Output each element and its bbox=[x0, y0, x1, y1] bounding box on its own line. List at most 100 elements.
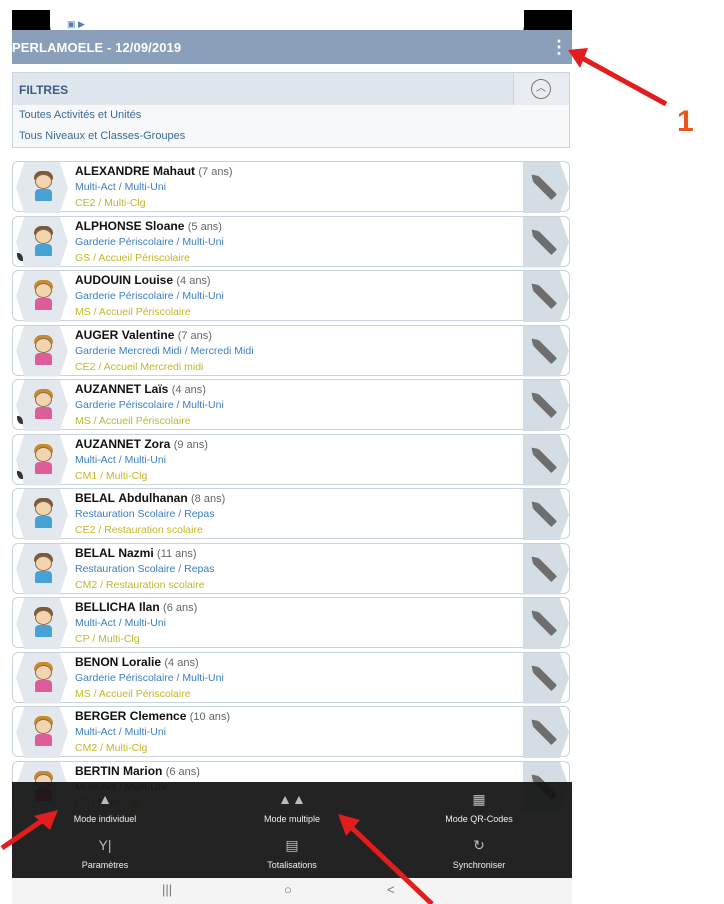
child-card[interactable]: BELAL Abdulhanan (8 ans) Restauration Sco… bbox=[12, 488, 570, 540]
child-surname: BENON bbox=[75, 654, 119, 669]
avatar-face bbox=[35, 283, 52, 298]
child-card[interactable]: BENON Loralie (4 ans) Garderie Périscolai… bbox=[12, 651, 570, 704]
avatar bbox=[16, 543, 68, 595]
child-firstname: Valentine bbox=[121, 327, 175, 342]
child-name: AUGER Valentine (7 ans) bbox=[75, 328, 212, 342]
child-activity: Garderie Périscolaire / Multi-Uni bbox=[75, 671, 224, 684]
children-list: ALEXANDRE Mahaut (7 ans) Multi-Act / Mult… bbox=[12, 161, 570, 815]
child-surname: BELAL bbox=[75, 491, 115, 505]
edit-button[interactable] bbox=[523, 543, 569, 595]
edit-button[interactable] bbox=[523, 380, 569, 431]
edit-button[interactable] bbox=[523, 434, 569, 486]
page-title: PERLAMOELE - 12/09/2019 bbox=[12, 40, 182, 55]
child-age: (10 ans) bbox=[189, 711, 231, 723]
avatar-face bbox=[35, 664, 52, 680]
child-card[interactable]: AUDOUIN Louise (4 ans) Garderie Périscola… bbox=[12, 270, 570, 322]
avatar bbox=[16, 598, 68, 649]
avatar-face bbox=[35, 555, 52, 571]
edit-button[interactable] bbox=[523, 489, 569, 540]
avatar-body bbox=[35, 516, 52, 528]
pencil-icon bbox=[532, 611, 558, 637]
child-name: BERGER Clemence (10 ans) bbox=[75, 709, 230, 723]
edit-button[interactable] bbox=[523, 162, 569, 213]
child-age: (6 ans) bbox=[165, 765, 200, 778]
edit-button[interactable] bbox=[523, 707, 569, 758]
child-name: ALPHONSE Sloane (5 ans) bbox=[75, 219, 222, 233]
more-vertical-icon[interactable]: ⋮ bbox=[550, 37, 568, 57]
avatar-body bbox=[35, 352, 52, 365]
edit-button[interactable] bbox=[523, 216, 569, 268]
list-item: AUGER Valentine (7 ans) Garderie Mercredi… bbox=[12, 324, 570, 380]
child-age: (4 ans) bbox=[171, 384, 206, 396]
filters-header[interactable]: FILTRES ︿ bbox=[13, 73, 569, 105]
child-name: BENON Loralie (4 ans) bbox=[75, 655, 199, 669]
child-age: (4 ans) bbox=[176, 275, 211, 287]
list-item: BELLICHA Ilan (6 ans) Multi-Act / Multi-U… bbox=[12, 597, 570, 652]
child-firstname: Nazmi bbox=[118, 545, 154, 560]
child-firstname: Marion bbox=[123, 763, 163, 778]
filter-levels[interactable]: Tous Niveaux et Classes-Groupes bbox=[13, 126, 569, 147]
child-firstname: Clemence bbox=[129, 709, 187, 723]
child-class: MS / Accueil Périscolaire bbox=[75, 687, 191, 700]
pencil-icon bbox=[532, 666, 558, 691]
avatar-body bbox=[35, 570, 52, 583]
avatar bbox=[16, 707, 68, 758]
child-firstname: Laïs bbox=[144, 382, 169, 396]
child-firstname: Loralie bbox=[121, 654, 162, 669]
screen: ▣ ▶ PERLAMOELE - 12/09/2019 ⋮ FILTRES ︿ … bbox=[0, 0, 724, 904]
list-item: ALPHONSE Sloane (5 ans) Garderie Périscol… bbox=[12, 215, 570, 271]
avatar bbox=[16, 271, 68, 322]
child-card[interactable]: BELLICHA Ilan (6 ans) Multi-Act / Multi-U… bbox=[12, 597, 570, 649]
child-card[interactable]: ALPHONSE Sloane (5 ans) Garderie Périscol… bbox=[12, 215, 570, 268]
child-firstname: Ilan bbox=[139, 600, 160, 614]
child-surname: BERTIN bbox=[75, 763, 120, 778]
avatar-face bbox=[35, 446, 52, 462]
child-age: (11 ans) bbox=[157, 547, 197, 560]
avatar bbox=[16, 162, 68, 213]
child-surname: ALEXANDRE bbox=[75, 164, 150, 178]
child-class: GS / Accueil Périscolaire bbox=[75, 251, 190, 264]
child-surname: AUZANNET bbox=[75, 436, 141, 451]
child-age: (5 ans) bbox=[187, 220, 222, 233]
child-activity: Multi-Act / Multi-Uni bbox=[75, 453, 167, 466]
child-surname: BELAL bbox=[75, 545, 115, 560]
pencil-icon bbox=[532, 175, 558, 201]
child-firstname: Sloane bbox=[145, 218, 185, 233]
filters-title: FILTRES bbox=[19, 83, 69, 97]
edit-button[interactable] bbox=[523, 598, 569, 649]
pencil-icon bbox=[532, 284, 558, 310]
edit-button[interactable] bbox=[523, 325, 569, 377]
child-card[interactable]: BELAL Nazmi (11 ans) Restauration Scolair… bbox=[12, 542, 570, 595]
edit-button[interactable] bbox=[523, 652, 569, 704]
child-firstname: Zora bbox=[144, 436, 171, 451]
child-card[interactable]: ALEXANDRE Mahaut (7 ans) Multi-Act / Mult… bbox=[12, 161, 570, 213]
filters-panel: FILTRES ︿ Toutes Activités et Unités Tou… bbox=[12, 72, 570, 148]
avatar bbox=[16, 216, 68, 268]
edit-button[interactable] bbox=[523, 271, 569, 322]
child-card[interactable]: AUGER Valentine (7 ans) Garderie Mercredi… bbox=[12, 324, 570, 377]
child-name: AUZANNET Zora (9 ans) bbox=[75, 437, 208, 451]
pencil-icon bbox=[532, 339, 558, 364]
list-item: AUZANNET Zora (9 ans) Multi-Act / Multi-U… bbox=[12, 433, 570, 489]
pencil-icon bbox=[532, 448, 558, 473]
child-surname: AUZANNET bbox=[75, 382, 141, 396]
list-item: BENON Loralie (4 ans) Garderie Périscolai… bbox=[12, 651, 570, 707]
child-card[interactable]: AUZANNET Laïs (4 ans) Garderie Périscolai… bbox=[12, 379, 570, 431]
child-activity: Garderie Périscolaire / Multi-Uni bbox=[75, 290, 224, 302]
child-activity: Multi-Act / Multi-Uni bbox=[75, 617, 167, 629]
child-class: CM1 / Multi-Clg bbox=[75, 469, 148, 482]
child-name: BERTIN Marion (6 ans) bbox=[75, 764, 200, 778]
child-surname: BELLICHA bbox=[75, 600, 136, 614]
child-card[interactable]: BERGER Clemence (10 ans) Multi-Act / Mult… bbox=[12, 706, 570, 758]
avatar bbox=[16, 325, 68, 377]
child-card[interactable]: AUZANNET Zora (9 ans) Multi-Act / Multi-U… bbox=[12, 433, 570, 486]
filter-activities[interactable]: Toutes Activités et Unités bbox=[13, 105, 569, 126]
pencil-icon bbox=[532, 502, 558, 528]
child-activity: Multi-Act / Multi-Uni bbox=[75, 181, 167, 193]
child-firstname: Mahaut bbox=[153, 164, 196, 178]
home-icon[interactable]: ○ bbox=[284, 882, 292, 897]
child-activity: Multi-Act / Multi-Uni bbox=[75, 726, 167, 738]
pencil-icon bbox=[532, 557, 558, 582]
avatar-face bbox=[35, 501, 52, 516]
recent-apps-icon[interactable]: ||| bbox=[162, 882, 172, 897]
